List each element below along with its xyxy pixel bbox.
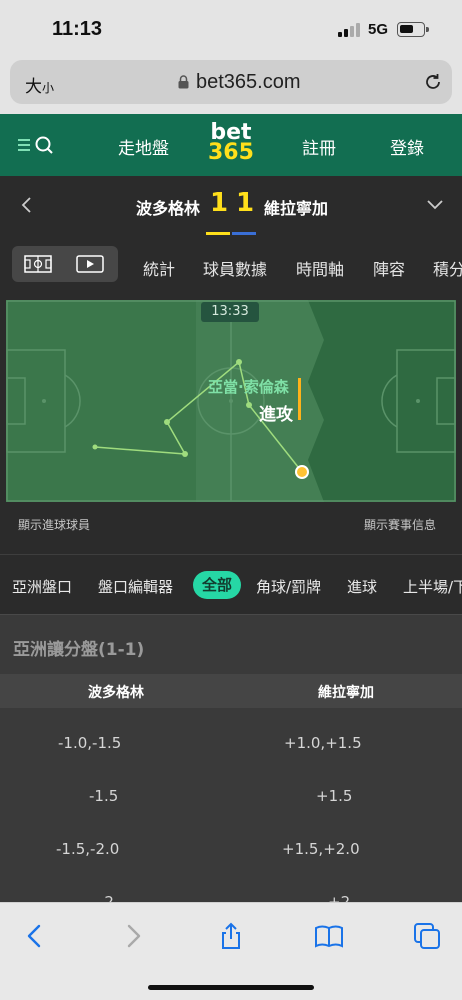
- forward-icon[interactable]: [118, 921, 148, 951]
- tab-stats[interactable]: 統計: [143, 256, 175, 280]
- bet365-logo[interactable]: bet 365: [208, 122, 254, 164]
- match-bar: 波多格林 1 1 維拉寧加: [0, 176, 462, 236]
- filter-halves[interactable]: 上半場/下半場: [403, 576, 462, 597]
- filter-goals[interactable]: 進球: [347, 576, 377, 597]
- table-row: -2 +2: [0, 875, 462, 902]
- url-text[interactable]: bet365.com: [196, 71, 301, 94]
- signal-icon: [338, 23, 360, 37]
- table-row: -1.0,-1.5 +1.0,+1.5: [0, 716, 462, 768]
- nav-register[interactable]: 註冊: [302, 134, 336, 159]
- table-row: -1.5,-2.0 +1.5,+2.0: [0, 822, 462, 874]
- lock-icon: [178, 75, 189, 89]
- odds-home[interactable]: -1.5: [89, 787, 118, 805]
- away-score: 1: [236, 188, 255, 218]
- market-title: 亞洲讓分盤(1-1): [13, 640, 145, 660]
- tab-timeline[interactable]: 時間軸: [296, 256, 344, 280]
- network-type: 5G: [368, 21, 389, 38]
- tab-player-stats[interactable]: 球員數據: [203, 256, 267, 280]
- market-header[interactable]: 亞洲讓分盤(1-1): [0, 614, 462, 674]
- match-tabs: 統計 球員數據 時間軸 陣容 積分: [0, 236, 462, 296]
- home-score: 1: [210, 188, 229, 218]
- odds-away[interactable]: +1.5,+2.0: [282, 840, 360, 858]
- filter-bet-builder[interactable]: 盤口編輯器: [98, 576, 173, 597]
- event-indicator: [298, 378, 301, 420]
- status-time: 11:13: [52, 18, 103, 40]
- filter-corners-cards[interactable]: 角球/罰牌: [256, 576, 321, 597]
- event-player: 亞當·索倫森: [208, 378, 289, 396]
- battery-icon: [397, 22, 429, 37]
- odds-home[interactable]: -1.0,-1.5: [58, 734, 121, 752]
- table-row: -1.5 +1.5: [0, 769, 462, 821]
- filter-asian-lines[interactable]: 亞洲盤口: [12, 576, 72, 597]
- share-icon[interactable]: [216, 921, 246, 951]
- match-clock: 13:33: [201, 302, 259, 322]
- show-match-info-link[interactable]: 顯示賽事信息: [364, 516, 436, 533]
- column-away: 維拉寧加: [318, 685, 374, 701]
- odds-list: -1.0,-1.5 +1.0,+1.5 -1.5 +1.5 -1.5,-2.0 …: [0, 708, 462, 902]
- nav-login[interactable]: 登錄: [390, 134, 424, 159]
- market-filters: 亞洲盤口 盤口編輯器 全部 角球/罰牌 進球 上半場/下半場: [0, 554, 462, 614]
- tab-standings[interactable]: 積分: [433, 256, 462, 280]
- video-icon[interactable]: [76, 255, 104, 273]
- market-column-header: 波多格林 維拉寧加: [0, 674, 462, 708]
- column-home: 波多格林: [88, 685, 144, 701]
- site-header: 走地盤 bet 365 註冊 登錄: [0, 114, 462, 179]
- pitch-icon[interactable]: [24, 255, 52, 273]
- odds-home[interactable]: -2: [99, 893, 114, 902]
- back-icon[interactable]: [20, 921, 50, 951]
- away-color-bar: [232, 232, 256, 235]
- chevron-down-icon[interactable]: [426, 198, 444, 210]
- browser-address-area: 大小 bet365.com: [0, 54, 462, 114]
- status-bar: 11:13 5G: [0, 0, 462, 54]
- show-scorers-link[interactable]: 顯示進球球員: [18, 516, 90, 533]
- text-size-button[interactable]: 大小: [25, 72, 54, 97]
- nav-in-play[interactable]: 走地盤: [118, 134, 169, 179]
- away-team: 維拉寧加: [264, 199, 329, 218]
- address-bar[interactable]: 大小 bet365.com: [10, 60, 452, 104]
- home-indicator: [148, 985, 314, 990]
- live-pitch-area: 13:33 亞當·索倫森 進攻 顯示進球球員 顯示賽事信息: [0, 296, 462, 554]
- menu-search-icon[interactable]: [18, 134, 58, 156]
- media-toggle[interactable]: [12, 246, 118, 282]
- home-team: 波多格林: [136, 199, 201, 218]
- bookmarks-icon[interactable]: [314, 921, 344, 951]
- odds-away[interactable]: +1.5: [316, 787, 352, 805]
- home-color-bar: [206, 232, 230, 235]
- odds-away[interactable]: +2: [328, 893, 350, 902]
- filter-all[interactable]: 全部: [193, 571, 242, 599]
- odds-home[interactable]: -1.5,-2.0: [56, 840, 119, 858]
- tab-lineups[interactable]: 陣容: [373, 256, 405, 280]
- reload-icon[interactable]: [422, 71, 444, 93]
- event-label: 進攻: [259, 405, 293, 425]
- odds-away[interactable]: +1.0,+1.5: [284, 734, 362, 752]
- tabs-icon[interactable]: [412, 921, 442, 951]
- live-pitch: [6, 300, 456, 502]
- chevron-left-icon[interactable]: [20, 194, 34, 216]
